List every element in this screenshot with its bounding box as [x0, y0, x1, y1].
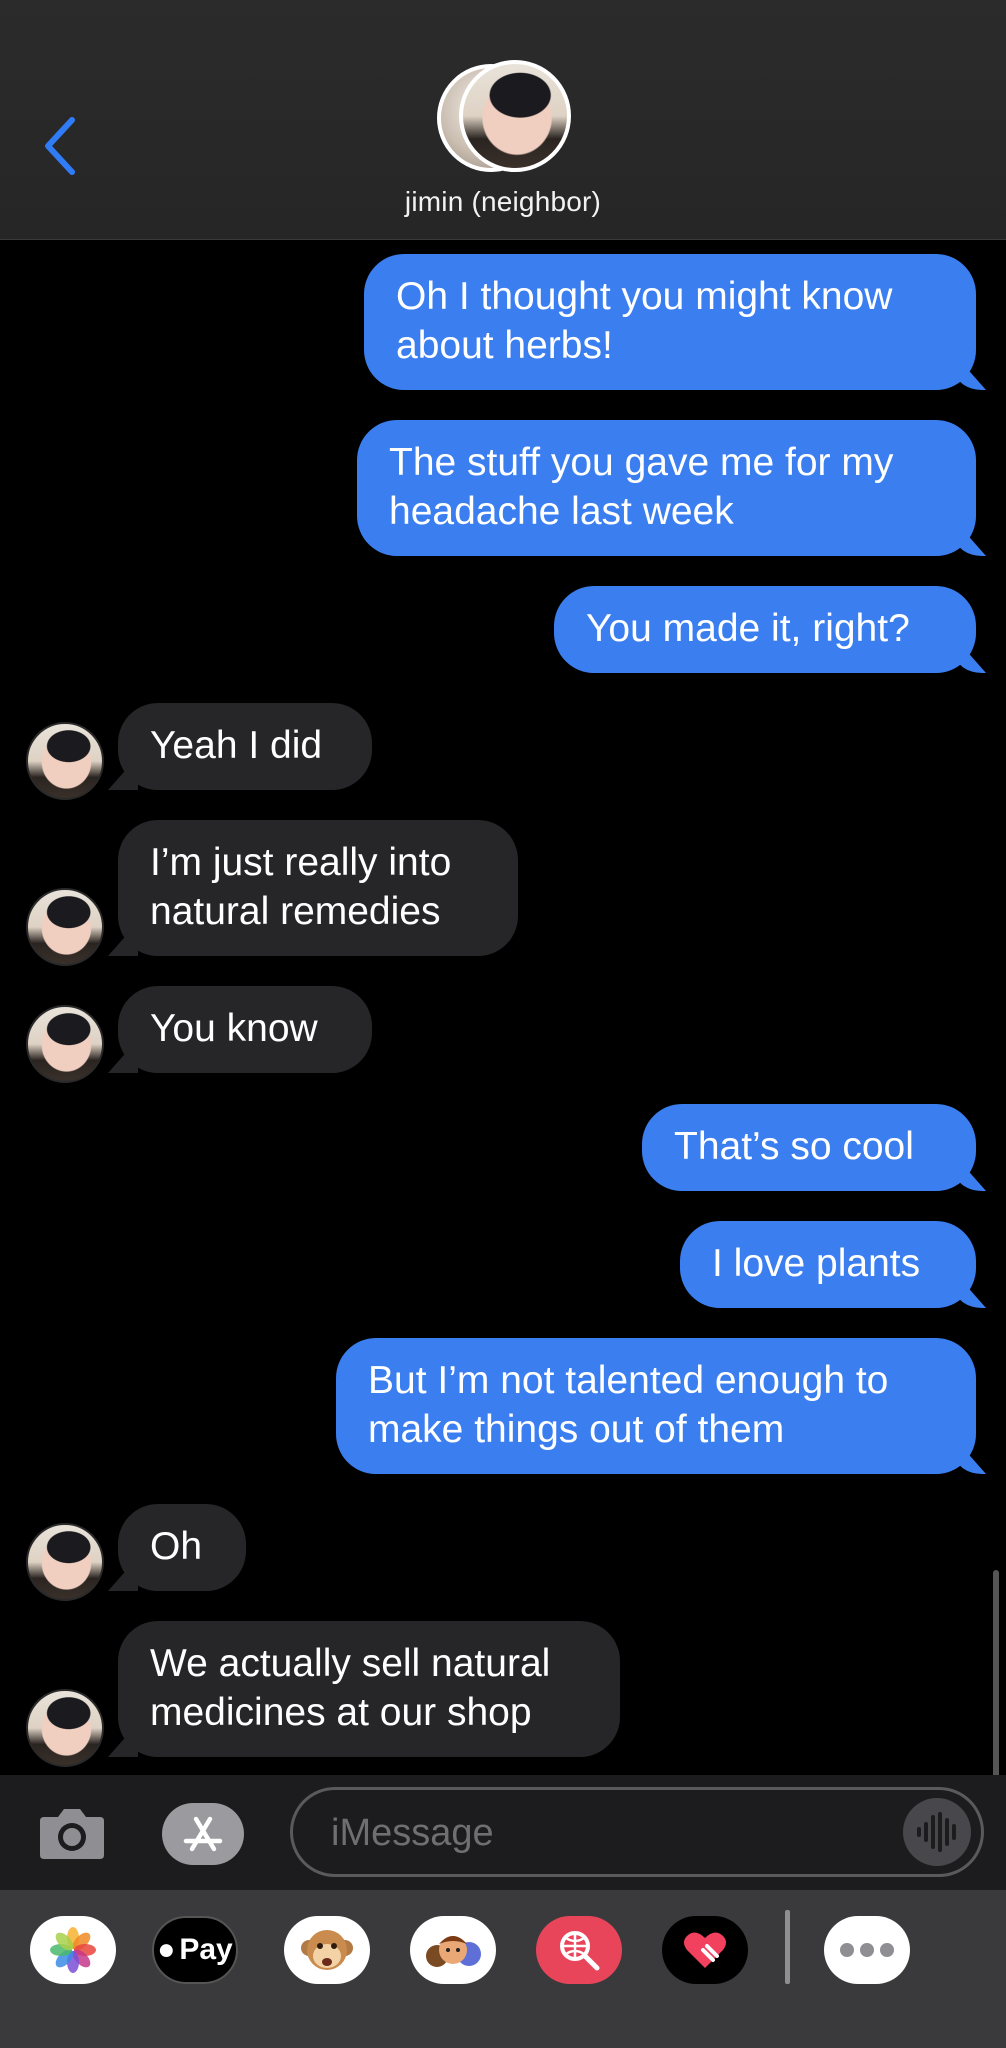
message-bubble-outgoing[interactable]: The stuff you gave me for my headache la…: [357, 420, 976, 556]
more-dots-icon: [840, 1943, 894, 1957]
contact-avatar[interactable]: [26, 1523, 104, 1601]
waveform-icon: [917, 1812, 956, 1852]
message-bubble-incoming[interactable]: You know: [118, 986, 372, 1073]
message-bubble-outgoing[interactable]: You made it, right?: [554, 586, 976, 673]
apple-logo-icon: ●: [157, 1933, 176, 1966]
contact-avatar-group: [433, 58, 573, 176]
more-apps-button[interactable]: [824, 1916, 910, 1984]
memoji-stickers-button[interactable]: [410, 1916, 496, 1984]
digital-touch-button[interactable]: [662, 1916, 748, 1984]
message-bubble-incoming[interactable]: I’m just really into natural remedies: [118, 820, 518, 956]
message-input[interactable]: [331, 1808, 871, 1858]
contact-name: jimin (neighbor): [404, 186, 602, 217]
heart-touch-icon: [684, 1932, 726, 1968]
message-bubble-incoming[interactable]: We actually sell natural medicines at ou…: [118, 1621, 620, 1757]
app-drawer: ● Pay: [0, 1890, 1006, 2048]
messages-screen: jimin (neighbor) Oh I thought you might …: [0, 0, 1006, 2048]
animoji-button[interactable]: [284, 1916, 370, 1984]
photos-app-icon: [50, 1927, 96, 1973]
conversation-header: jimin (neighbor): [0, 0, 1006, 240]
message-bubble-incoming[interactable]: Yeah I did: [118, 703, 372, 790]
app-store-button[interactable]: [162, 1803, 244, 1865]
avatar: [459, 60, 571, 172]
image-search-button[interactable]: [536, 1916, 622, 1984]
memoji-stickers-icon: [426, 1936, 481, 1967]
thread-scrollbar[interactable]: [993, 1570, 999, 1778]
apple-pay-button[interactable]: ● Pay: [152, 1916, 238, 1984]
globe-search-icon: [560, 1931, 600, 1971]
message-bubble-outgoing[interactable]: Oh I thought you might know about herbs!: [364, 254, 976, 390]
camera-icon: [40, 1809, 104, 1859]
app-store-icon: [183, 1816, 223, 1852]
contact-avatar[interactable]: [26, 1689, 104, 1767]
message-bubble-incoming[interactable]: Oh: [118, 1504, 246, 1591]
contact-header[interactable]: jimin (neighbor): [0, 58, 1006, 218]
compose-bar: [0, 1775, 1006, 1890]
contact-avatar[interactable]: [26, 1005, 104, 1083]
drawer-divider: [785, 1910, 790, 1984]
camera-button[interactable]: [38, 1803, 106, 1861]
message-bubble-outgoing[interactable]: But I’m not talented enough to make thin…: [336, 1338, 976, 1474]
message-thread[interactable]: Oh I thought you might know about herbs!…: [0, 240, 1006, 1775]
message-bubble-outgoing[interactable]: I love plants: [680, 1221, 976, 1308]
message-field[interactable]: [290, 1787, 984, 1877]
contact-avatar[interactable]: [26, 888, 104, 966]
message-bubble-outgoing[interactable]: That’s so cool: [642, 1104, 976, 1191]
photos-app-button[interactable]: [30, 1916, 116, 1984]
apple-pay-label: Pay: [179, 1933, 233, 1966]
voice-message-button[interactable]: [903, 1798, 971, 1866]
animoji-monkey-icon: [301, 1930, 353, 1970]
contact-avatar[interactable]: [26, 722, 104, 800]
